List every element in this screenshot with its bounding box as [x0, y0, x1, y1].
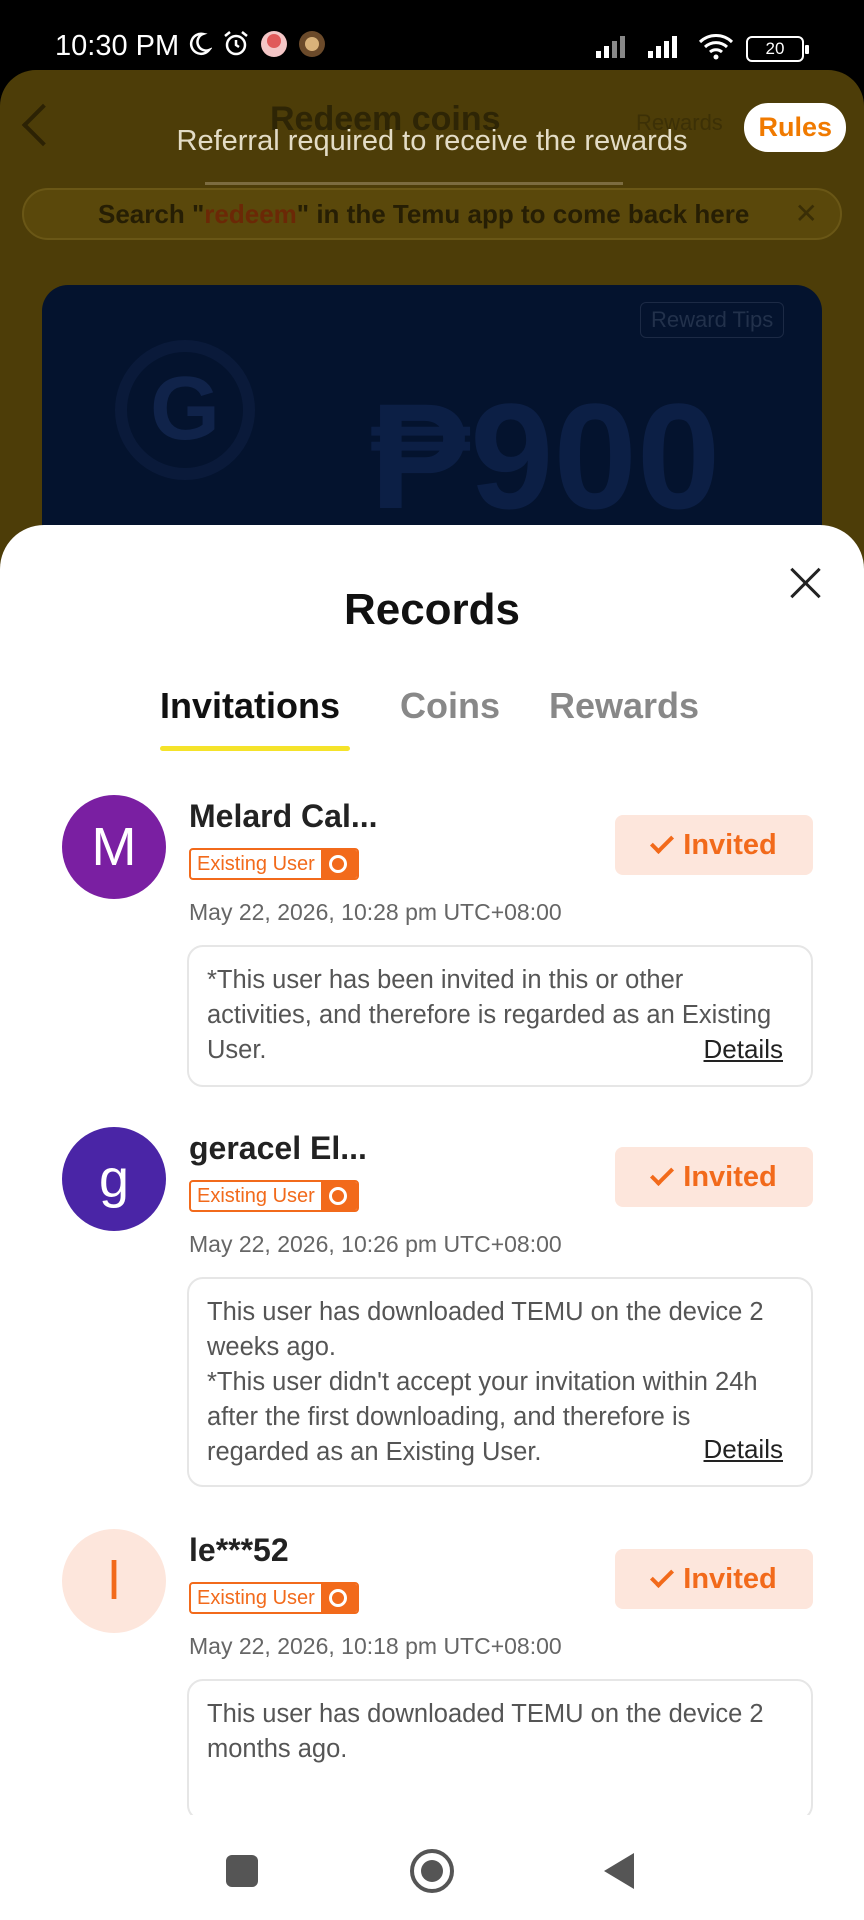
existing-user-badge: Existing User	[189, 1582, 359, 1614]
moon-icon	[186, 31, 213, 62]
status-icons-right: 20	[594, 32, 809, 65]
battery-icon: 20	[746, 35, 809, 62]
coin-icon	[320, 1584, 357, 1612]
invite-time: May 22, 2026, 10:28 pm UTC+08:00	[189, 899, 562, 925]
reward-tips: Reward Tips	[640, 302, 785, 338]
user-name: Melard Cal...	[189, 798, 378, 834]
app-notification-icon	[260, 30, 288, 63]
active-tab-indicator	[160, 746, 350, 751]
tab-rewards[interactable]: Rewards	[549, 685, 699, 727]
coin-icon	[320, 1182, 357, 1210]
search-hint-bar: Search "redeem" in the Temu app to come …	[22, 188, 842, 240]
check-icon	[650, 1161, 675, 1187]
details-link[interactable]: Details	[704, 1032, 783, 1067]
search-hint-prefix: Search "	[98, 199, 205, 229]
badge-label: Existing User	[197, 1587, 315, 1609]
coin-icon	[320, 850, 357, 878]
tab-coins[interactable]: Coins	[400, 685, 500, 727]
details-link[interactable]: Details	[704, 1432, 783, 1467]
existing-user-badge: Existing User	[189, 1180, 359, 1212]
invite-time: May 22, 2026, 10:18 pm UTC+08:00	[189, 1633, 562, 1659]
avatar: l	[62, 1529, 166, 1633]
status-icons-left	[186, 30, 326, 63]
invite-time: May 22, 2026, 10:26 pm UTC+08:00	[189, 1231, 562, 1257]
note-text: This user has downloaded TEMU on the dev…	[207, 1298, 764, 1361]
app-notification-icon	[298, 30, 326, 63]
close-hint-icon: ✕	[794, 198, 818, 229]
home-icon[interactable]	[410, 1849, 454, 1893]
check-icon	[650, 1563, 675, 1589]
sheet-title: Records	[343, 585, 521, 634]
avatar: g	[62, 1127, 166, 1231]
check-icon	[650, 829, 675, 855]
note-text: This user has downloaded TEMU on the dev…	[207, 1700, 764, 1763]
status-badge: Invited	[615, 1147, 813, 1207]
invite-note: *This user has been invited in this or o…	[187, 945, 813, 1087]
status-label: Invited	[683, 1562, 777, 1595]
user-name: geracel El...	[189, 1130, 367, 1166]
invitation-list[interactable]: M Melard Cal... Existing User May 22, 20…	[0, 795, 864, 1815]
badge-label: Existing User	[197, 1185, 315, 1207]
status-badge: Invited	[615, 815, 813, 875]
recent-apps-icon[interactable]	[226, 1855, 258, 1887]
invite-note: This user has downloaded TEMU on the dev…	[187, 1679, 813, 1815]
user-name: le***52	[189, 1532, 289, 1568]
tab-invitations[interactable]: Invitations	[160, 685, 340, 727]
gcash-logo: G	[115, 340, 255, 480]
signal-icon	[646, 33, 686, 64]
back-icon[interactable]	[604, 1853, 634, 1889]
invite-note: This user has downloaded TEMU on the dev…	[187, 1277, 813, 1487]
records-tabs: Invitations Coins Rewards	[0, 685, 864, 755]
notice-divider	[205, 182, 623, 185]
records-sheet: Records Invitations Coins Rewards M Mela…	[0, 525, 864, 1825]
status-label: Invited	[683, 828, 777, 861]
badge-label: Existing User	[197, 853, 315, 875]
reward-amount: ₱900	[370, 372, 721, 540]
status-badge: Invited	[615, 1549, 813, 1609]
signal-icon	[594, 33, 634, 64]
avatar: M	[62, 795, 166, 899]
existing-user-badge: Existing User	[189, 848, 359, 880]
background-page: Redeem coins Rewards Rules Referral requ…	[0, 70, 864, 570]
search-hint-suffix: " in the Temu app to come back here	[296, 199, 750, 229]
status-label: Invited	[683, 1160, 777, 1193]
wifi-icon	[698, 32, 734, 65]
system-nav-bar	[0, 1825, 864, 1920]
referral-notice: Referral required to receive the rewards	[176, 125, 688, 157]
search-hint-keyword: redeem	[204, 199, 297, 229]
status-time: 10:30 PM	[55, 30, 180, 62]
alarm-icon	[222, 30, 250, 63]
